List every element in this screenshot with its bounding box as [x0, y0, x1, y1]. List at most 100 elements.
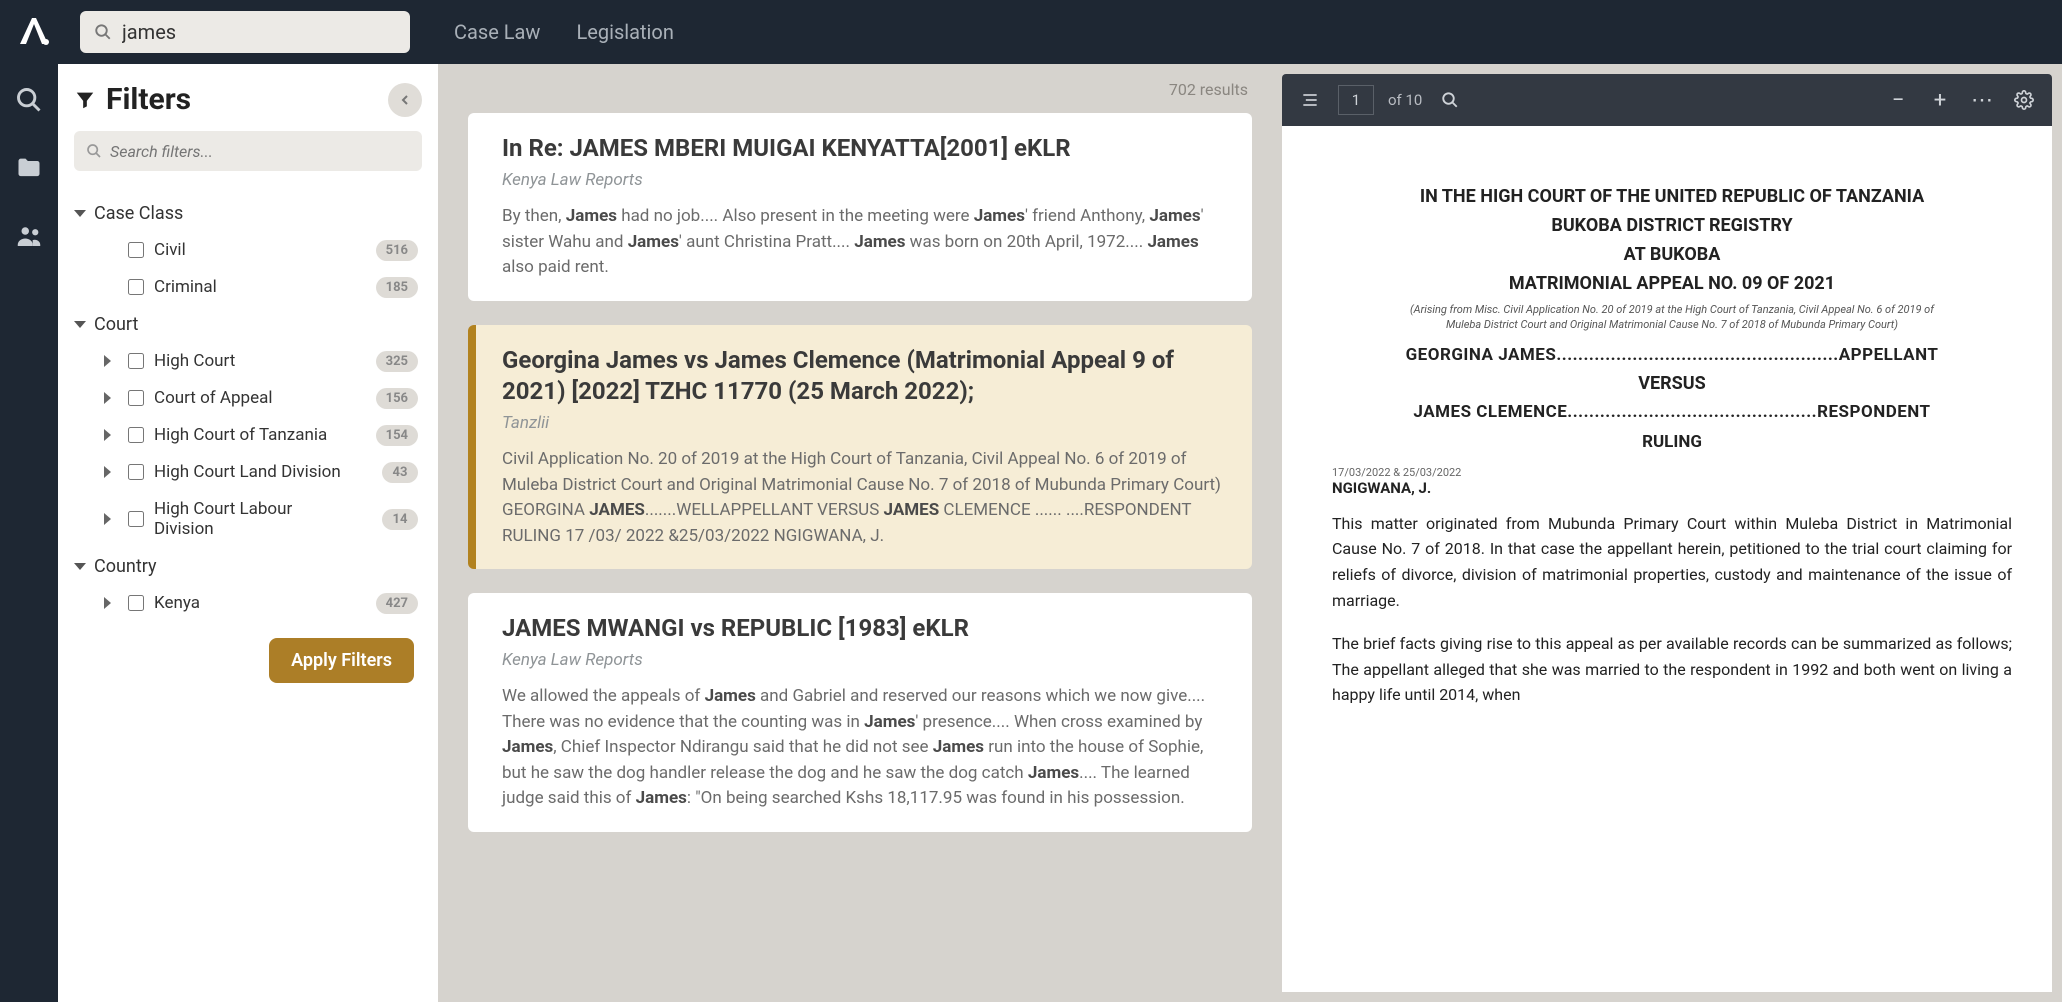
rail-folder-icon[interactable]: [13, 152, 45, 184]
search-icon: [86, 143, 102, 159]
left-rail: [0, 64, 58, 1002]
doc-search-icon[interactable]: [1436, 86, 1464, 114]
filter-group-label: Court: [94, 314, 138, 335]
filter-group-label: Country: [94, 556, 157, 577]
doc-versus: VERSUS: [1332, 373, 2012, 394]
filter-count-badge: 156: [376, 388, 418, 409]
filter-label: High Court: [154, 351, 235, 371]
filter-label: Kenya: [154, 593, 200, 613]
filter-item[interactable]: High Court 325: [96, 343, 422, 380]
result-title: JAMES MWANGI vs REPUBLIC [1983] eKLR: [502, 613, 1226, 644]
filters-title: Filters: [74, 82, 191, 117]
filter-count-badge: 516: [376, 240, 418, 261]
results-count: 702 results: [468, 72, 1252, 113]
filter-group-header[interactable]: Court: [74, 306, 422, 343]
filters-panel: Filters Case Class Civil 516 Criminal 185 Cou…: [58, 64, 438, 1002]
filter-item[interactable]: High Court of Tanzania 154: [96, 417, 422, 454]
top-nav: Case Law Legislation: [454, 20, 674, 44]
result-snippet: By then, James had no job.... Also prese…: [502, 204, 1226, 281]
result-card[interactable]: In Re: JAMES MBERI MUIGAI KENYATTA[2001]…: [468, 113, 1252, 301]
doc-toolbar: 1 of 10 − + ⋯: [1282, 74, 2052, 126]
topbar: Case Law Legislation: [0, 0, 2062, 64]
app-logo[interactable]: [12, 10, 56, 54]
filter-count-badge: 427: [376, 593, 418, 614]
zoom-in-icon[interactable]: +: [1926, 86, 1954, 114]
rail-people-icon[interactable]: [13, 220, 45, 252]
doc-case-number: MATRIMONIAL APPEAL NO. 09 OF 2021: [1332, 273, 2012, 294]
doc-ruling-title: RULING: [1332, 432, 2012, 452]
filter-item[interactable]: High Court Labour Division 14: [96, 491, 422, 548]
filter-group-header[interactable]: Country: [74, 548, 422, 585]
search-input[interactable]: [122, 20, 396, 44]
result-title: In Re: JAMES MBERI MUIGAI KENYATTA[2001]…: [502, 133, 1226, 164]
filter-search-input[interactable]: [110, 142, 410, 161]
result-title: Georgina James vs James Clemence (Matrim…: [502, 345, 1226, 407]
chevron-right-icon: [104, 510, 118, 529]
result-card[interactable]: JAMES MWANGI vs REPUBLIC [1983] eKLR Keny…: [468, 593, 1252, 832]
chevron-right-icon: [104, 463, 118, 482]
filter-checkbox[interactable]: [128, 427, 144, 443]
filter-item[interactable]: Court of Appeal 156: [96, 380, 422, 417]
filter-label: Civil: [154, 240, 186, 260]
filter-count-badge: 43: [382, 462, 418, 483]
filter-checkbox[interactable]: [128, 595, 144, 611]
settings-icon[interactable]: [2010, 86, 2038, 114]
filter-count-badge: 14: [382, 509, 418, 530]
filter-label: High Court Land Division: [154, 462, 341, 482]
results-panel: 702 results In Re: JAMES MBERI MUIGAI KE…: [438, 64, 1282, 1002]
outline-icon[interactable]: [1296, 86, 1324, 114]
apply-filters-button[interactable]: Apply Filters: [269, 638, 414, 683]
doc-paragraph: The brief facts giving rise to this appe…: [1332, 631, 2012, 708]
filter-count-badge: 154: [376, 425, 418, 446]
result-source: Kenya Law Reports: [502, 170, 1226, 190]
doc-paragraph: This matter originated from Mubunda Prim…: [1332, 511, 2012, 613]
rail-search-icon[interactable]: [13, 84, 45, 116]
result-card[interactable]: Georgina James vs James Clemence (Matrim…: [468, 325, 1252, 569]
filter-item[interactable]: Kenya 427: [96, 585, 422, 622]
global-search[interactable]: [80, 11, 410, 53]
doc-respondent: JAMES CLEMENCE..........................…: [1332, 402, 2012, 422]
filter-checkbox[interactable]: [128, 390, 144, 406]
filter-group-header[interactable]: Case Class: [74, 195, 422, 232]
chevron-down-icon: [74, 563, 86, 570]
search-icon: [94, 23, 112, 41]
page-input[interactable]: 1: [1338, 85, 1374, 115]
filter-label: Court of Appeal: [154, 388, 273, 408]
document-viewer: 1 of 10 − + ⋯ IN THE HIGH COURT OF THE U…: [1282, 64, 2062, 1002]
result-source: Kenya Law Reports: [502, 650, 1226, 670]
filter-checkbox[interactable]: [128, 464, 144, 480]
result-snippet: We allowed the appeals of James and Gabr…: [502, 684, 1226, 812]
doc-registry: BUKOBA DISTRICT REGISTRY: [1332, 215, 2012, 236]
filter-item[interactable]: Civil 516: [96, 232, 422, 269]
filter-checkbox[interactable]: [128, 279, 144, 295]
filter-checkbox[interactable]: [128, 353, 144, 369]
result-source: Tanzlii: [502, 413, 1226, 433]
more-icon[interactable]: ⋯: [1968, 86, 1996, 114]
doc-arising: (Arising from Misc. Civil Application No…: [1392, 302, 1952, 333]
filter-count-badge: 325: [376, 351, 418, 372]
filter-item[interactable]: High Court Land Division 43: [96, 454, 422, 491]
filter-search[interactable]: [74, 131, 422, 171]
filter-label: Criminal: [154, 277, 217, 297]
chevron-right-icon: [104, 389, 118, 408]
filter-label: High Court of Tanzania: [154, 425, 327, 445]
nav-legislation[interactable]: Legislation: [576, 20, 673, 44]
doc-court-name: IN THE HIGH COURT OF THE UNITED REPUBLIC…: [1332, 186, 2012, 207]
zoom-out-icon[interactable]: −: [1884, 86, 1912, 114]
filter-label: High Court Labour Division: [154, 499, 344, 540]
chevron-right-icon: [104, 426, 118, 445]
nav-case-law[interactable]: Case Law: [454, 20, 540, 44]
result-snippet: Civil Application No. 20 of 2019 at the …: [502, 447, 1226, 549]
doc-judge: NGIGWANA, J.: [1332, 479, 2012, 497]
filter-count-badge: 185: [376, 277, 418, 298]
filter-group-label: Case Class: [94, 203, 183, 224]
filter-checkbox[interactable]: [128, 242, 144, 258]
filter-icon: [74, 89, 96, 111]
doc-dates: 17/03/2022 & 25/03/2022: [1332, 466, 2012, 479]
filter-checkbox[interactable]: [128, 511, 144, 527]
chevron-down-icon: [74, 210, 86, 217]
filters-collapse-button[interactable]: [388, 83, 422, 117]
doc-body[interactable]: IN THE HIGH COURT OF THE UNITED REPUBLIC…: [1282, 126, 2052, 992]
filter-item[interactable]: Criminal 185: [96, 269, 422, 306]
chevron-right-icon: [104, 594, 118, 613]
